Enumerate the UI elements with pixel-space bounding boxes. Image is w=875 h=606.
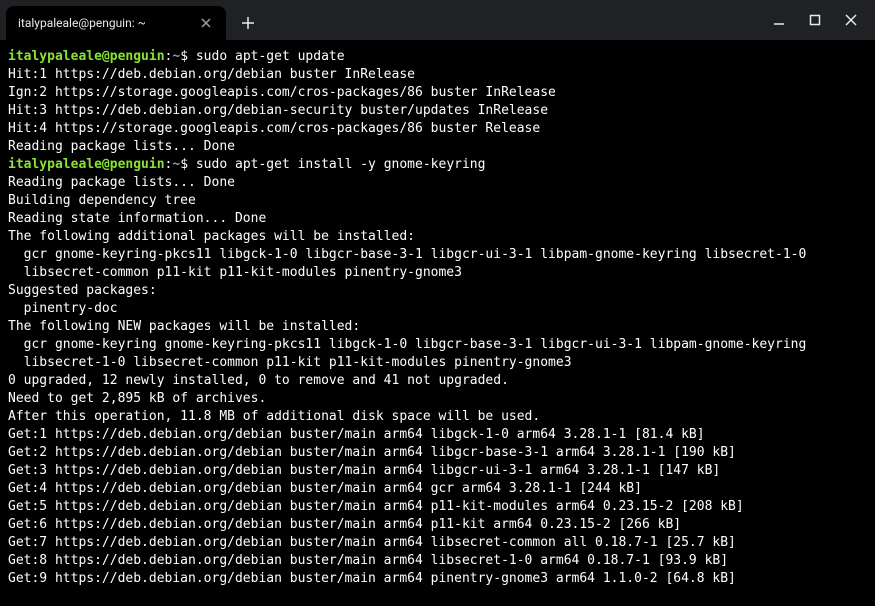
close-window-button[interactable]	[839, 8, 863, 32]
terminal-output[interactable]: italypaleale@penguin:~$ sudo apt-get upd…	[0, 40, 875, 606]
output-line: Hit:3 https://deb.debian.org/debian-secu…	[8, 102, 867, 120]
minimize-button[interactable]	[767, 8, 791, 32]
output-line: After this operation, 11.8 MB of additio…	[8, 408, 867, 426]
prompt-host: penguin	[110, 49, 165, 64]
command-text: sudo apt-get update	[196, 49, 345, 64]
output-line: Suggested packages:	[8, 282, 867, 300]
output-line: Reading state information... Done	[8, 210, 867, 228]
output-line: Get:2 https://deb.debian.org/debian bust…	[8, 444, 867, 462]
maximize-button[interactable]	[803, 8, 827, 32]
output-line: Get:4 https://deb.debian.org/debian bust…	[8, 480, 867, 498]
output-line: Get:8 https://deb.debian.org/debian bust…	[8, 552, 867, 570]
tab-bar: italypaleale@penguin: ~	[0, 0, 875, 40]
command-line: italypaleale@penguin:~$ sudo apt-get ins…	[8, 156, 867, 174]
output-line: Get:3 https://deb.debian.org/debian bust…	[8, 462, 867, 480]
output-line: Building dependency tree	[8, 192, 867, 210]
prompt-user: italypaleale	[8, 49, 102, 64]
output-line: Ign:2 https://storage.googleapis.com/cro…	[8, 84, 867, 102]
prompt-user: italypaleale	[8, 157, 102, 172]
output-line: Reading package lists... Done	[8, 138, 867, 156]
terminal-tab[interactable]: italypaleale@penguin: ~	[6, 6, 226, 40]
output-line: 0 upgraded, 12 newly installed, 0 to rem…	[8, 372, 867, 390]
output-line: Get:5 https://deb.debian.org/debian bust…	[8, 498, 867, 516]
output-line: gcr gnome-keyring-pkcs11 libgck-1-0 libg…	[8, 246, 867, 264]
output-line: Get:6 https://deb.debian.org/debian bust…	[8, 516, 867, 534]
command-text: sudo apt-get install -y gnome-keyring	[196, 157, 486, 172]
prompt-at: @	[102, 49, 110, 64]
output-line: Get:1 https://deb.debian.org/debian bust…	[8, 426, 867, 444]
tab-title: italypaleale@penguin: ~	[18, 16, 190, 30]
output-line: The following additional packages will b…	[8, 228, 867, 246]
close-tab-icon[interactable]	[198, 15, 214, 31]
output-line: Hit:1 https://deb.debian.org/debian bust…	[8, 66, 867, 84]
command-line: italypaleale@penguin:~$ sudo apt-get upd…	[8, 48, 867, 66]
prompt-dollar: $	[180, 157, 196, 172]
output-line: libsecret-1-0 libsecret-common p11-kit p…	[8, 354, 867, 372]
output-line: gcr gnome-keyring gnome-keyring-pkcs11 l…	[8, 336, 867, 354]
output-line: Get:9 https://deb.debian.org/debian bust…	[8, 570, 867, 588]
output-line: The following NEW packages will be insta…	[8, 318, 867, 336]
output-line: libsecret-common p11-kit p11-kit-modules…	[8, 264, 867, 282]
new-tab-button[interactable]	[234, 9, 262, 37]
window-controls	[767, 0, 869, 40]
output-line: Reading package lists... Done	[8, 174, 867, 192]
output-line: Need to get 2,895 kB of archives.	[8, 390, 867, 408]
prompt-dollar: $	[180, 49, 196, 64]
output-line: Hit:4 https://storage.googleapis.com/cro…	[8, 120, 867, 138]
prompt-host: penguin	[110, 157, 165, 172]
output-line: Get:7 https://deb.debian.org/debian bust…	[8, 534, 867, 552]
prompt-at: @	[102, 157, 110, 172]
output-line: pinentry-doc	[8, 300, 867, 318]
